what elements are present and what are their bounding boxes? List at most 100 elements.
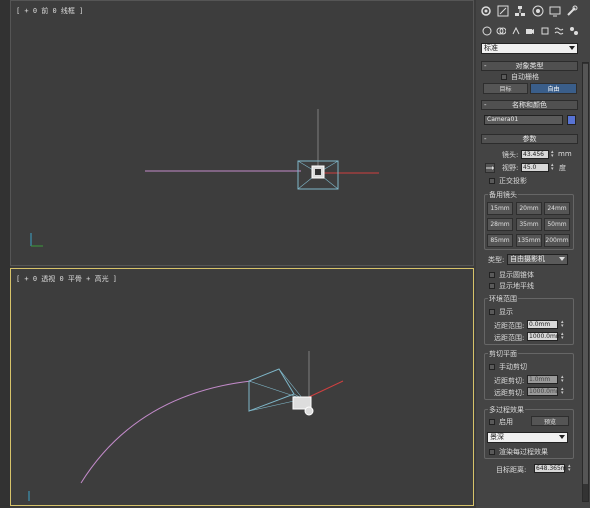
stock-lens-button-24mm[interactable]: 24mm	[544, 202, 570, 215]
rollout-name-color[interactable]: - 名称和颜色	[481, 100, 578, 110]
far-clip-label: 远距剪切:	[494, 389, 525, 397]
stock-lens-button-200mm[interactable]: 200mm	[544, 234, 570, 247]
camera-path-curve	[80, 380, 252, 484]
near-clip-spinner[interactable]: 1.0mm	[527, 375, 558, 384]
viewport-perspective-canvas[interactable]	[11, 269, 474, 506]
systems-icon[interactable]	[568, 25, 579, 36]
near-range-spinner[interactable]: 0.0mm	[527, 320, 558, 329]
near-range-value: 0.0mm	[529, 321, 551, 328]
lens-spinner-arrows[interactable]: ▴ ▾	[551, 150, 556, 159]
lens-value: 43.456	[523, 151, 544, 158]
camera-frustum-persp	[248, 368, 295, 412]
stock-lens-label: 200mm	[545, 237, 569, 244]
viewport-perspective[interactable]: [ + 0 透视 0 平骨 + 高光 ]	[10, 268, 474, 506]
fov-direction-button[interactable]	[485, 163, 495, 173]
show-horizon-label: 显示地平线	[499, 282, 534, 290]
far-clip-arrows[interactable]: ▴ ▾	[561, 387, 566, 396]
fov-unit: 度	[559, 164, 566, 172]
manual-clip-label: 手动剪切	[499, 363, 527, 371]
show-horizon-checkbox[interactable]	[489, 283, 495, 289]
target-distance-arrows[interactable]: ▴ ▾	[568, 464, 573, 473]
autogrid-checkbox[interactable]	[501, 74, 507, 80]
lights-icon[interactable]	[510, 25, 521, 36]
multipass-enable-checkbox[interactable]	[489, 419, 495, 425]
target-distance-value: 648.365m	[536, 465, 567, 472]
env-show-checkbox[interactable]	[489, 309, 495, 315]
manual-clip-checkbox[interactable]	[489, 364, 495, 370]
shapes-icon[interactable]	[496, 25, 507, 36]
create-categories	[481, 25, 579, 37]
category-dropdown[interactable]: 标准	[481, 43, 578, 54]
lens-spinner[interactable]: 43.456	[521, 150, 549, 159]
preview-label: 预览	[543, 418, 556, 426]
object-color-swatch[interactable]	[567, 115, 576, 125]
env-show-label: 显示	[499, 308, 513, 316]
gizmo-x-axis	[308, 380, 344, 398]
stock-lens-label: 85mm	[490, 237, 510, 244]
fov-spinner[interactable]: 45.0	[521, 163, 549, 172]
far-clip-value: 1000.0mm	[529, 388, 562, 395]
lens-unit: mm	[558, 150, 572, 158]
effect-dropdown[interactable]: 景深	[487, 432, 568, 443]
rollout-parameters[interactable]: - 参数	[481, 134, 578, 144]
stock-lens-button-20mm[interactable]: 20mm	[516, 202, 542, 215]
target-distance-spinner[interactable]: 648.365m	[534, 464, 567, 473]
near-clip-arrows[interactable]: ▴ ▾	[561, 375, 566, 384]
helpers-icon[interactable]	[539, 25, 550, 36]
far-clip-spinner[interactable]: 1000.0mm	[527, 387, 562, 396]
multipass-enable-label: 启用	[499, 418, 513, 426]
viewport-front[interactable]: [ + 0 前 0 线框 ]	[10, 0, 474, 266]
rollout-object-type[interactable]: - 对象类型	[481, 61, 578, 71]
target-camera-label: 目标	[499, 86, 512, 93]
far-range-label: 远距范围:	[494, 334, 525, 342]
cameras-icon[interactable]	[525, 25, 536, 36]
stock-lens-label: 35mm	[519, 221, 539, 228]
modify-icon[interactable]	[496, 4, 510, 18]
fov-spinner-arrows[interactable]: ▴ ▾	[551, 163, 556, 172]
stock-lens-button-35mm[interactable]: 35mm	[516, 218, 542, 231]
effect-value: 景深	[490, 433, 504, 441]
free-camera-label: 自由	[547, 86, 560, 93]
viewport-front-canvas[interactable]	[11, 1, 474, 266]
camera-type-dropdown[interactable]: 自由摄影机	[507, 254, 568, 265]
far-range-arrows[interactable]: ▴ ▾	[561, 332, 566, 341]
near-range-label: 近距范围:	[494, 322, 525, 330]
rollout-object-type-title: 对象类型	[515, 62, 544, 70]
render-each-pass-checkbox[interactable]	[489, 449, 495, 455]
target-camera-button[interactable]: 目标	[483, 83, 528, 94]
hierarchy-icon[interactable]	[513, 4, 527, 18]
geometry-icon[interactable]	[481, 25, 492, 36]
near-range-arrows[interactable]: ▴ ▾	[561, 320, 566, 329]
create-icon[interactable]	[479, 4, 493, 18]
command-panel-tabs	[479, 4, 579, 20]
panel-scrollbar-thumb[interactable]	[583, 64, 588, 484]
category-dropdown-value: 标准	[484, 44, 498, 52]
show-cone-checkbox[interactable]	[489, 272, 495, 278]
utilities-icon[interactable]	[565, 4, 579, 18]
stock-lens-button-135mm[interactable]: 135mm	[516, 234, 542, 247]
preview-button[interactable]: 预览	[531, 416, 569, 426]
object-name-input[interactable]: Camera01	[484, 115, 563, 125]
fov-value: 45.0	[523, 164, 537, 171]
display-icon[interactable]	[548, 4, 562, 18]
stock-lens-button-50mm[interactable]: 50mm	[544, 218, 570, 231]
spacewarps-icon[interactable]	[554, 25, 565, 36]
chevron-down-icon	[569, 46, 575, 50]
near-clip-label: 近距剪切:	[494, 377, 525, 385]
stock-lens-button-85mm[interactable]: 85mm	[487, 234, 513, 247]
stock-lens-label: 28mm	[490, 221, 510, 228]
chevron-down-icon	[559, 435, 565, 439]
stock-lens-button-15mm[interactable]: 15mm	[487, 202, 513, 215]
autogrid-label: 自动栅格	[511, 73, 539, 81]
target-distance-label: 目标距离:	[496, 466, 527, 474]
fov-label: 视野:	[502, 164, 519, 172]
stock-lens-button-28mm[interactable]: 28mm	[487, 218, 513, 231]
free-camera-button[interactable]: 自由	[530, 83, 577, 94]
ortho-label: 正交投影	[499, 177, 527, 185]
far-range-spinner[interactable]: 1000.0mm	[527, 332, 562, 341]
camera-type-value: 自由摄影机	[510, 255, 545, 263]
stock-lens-label: 20mm	[519, 205, 539, 212]
near-clip-value: 1.0mm	[529, 376, 551, 383]
motion-icon[interactable]	[531, 4, 545, 18]
ortho-checkbox[interactable]	[489, 178, 495, 184]
